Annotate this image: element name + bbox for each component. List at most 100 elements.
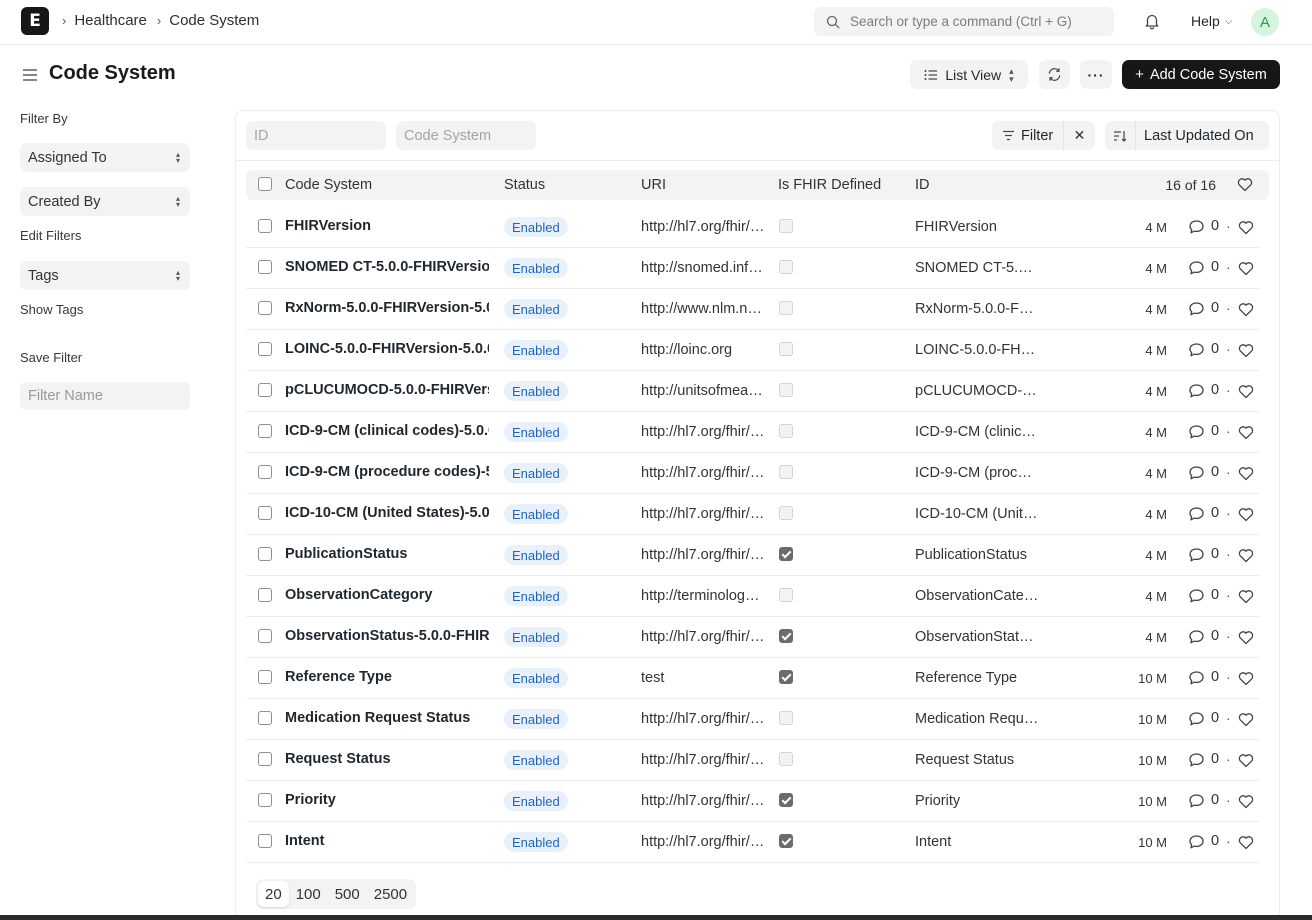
code-system-filter-input[interactable]: Code System: [396, 121, 536, 150]
comment-icon[interactable]: [1188, 465, 1205, 481]
table-row[interactable]: FHIRVersion Enabled http://hl7.org/fhir/FH…: [246, 207, 1259, 248]
comment-icon[interactable]: [1188, 383, 1205, 399]
heart-icon[interactable]: [1238, 712, 1254, 727]
code-system-name[interactable]: pCLUCUMOCD-5.0.0-FHIRVersion-5.0.0: [285, 382, 489, 398]
breadcrumb-code-system[interactable]: Code System: [169, 12, 259, 29]
code-system-name[interactable]: Intent: [285, 833, 489, 849]
row-checkbox[interactable]: [258, 260, 272, 274]
row-checkbox[interactable]: [258, 506, 272, 520]
row-checkbox[interactable]: [258, 383, 272, 397]
comment-icon[interactable]: [1188, 260, 1205, 276]
code-system-name[interactable]: ICD-9-CM (procedure codes)-5.0.0: [285, 464, 489, 480]
table-row[interactable]: SNOMED CT-5.0.0-FHIRVersion Enabled http:/…: [246, 248, 1259, 289]
table-row[interactable]: ICD-10-CM (United States)-5.0.0 Enabled ht…: [246, 494, 1259, 535]
id-filter-input[interactable]: ID: [246, 121, 386, 150]
column-header-status[interactable]: Status: [504, 177, 545, 193]
comment-icon[interactable]: [1188, 547, 1205, 563]
row-checkbox[interactable]: [258, 711, 272, 725]
table-row[interactable]: LOINC-5.0.0-FHIRVersion-5.0.0 Enabled http…: [246, 330, 1259, 371]
sort-field-button[interactable]: Last Updated On: [1136, 128, 1254, 144]
select-all-checkbox[interactable]: [258, 177, 272, 191]
row-checkbox[interactable]: [258, 342, 272, 356]
comment-icon[interactable]: [1188, 834, 1205, 850]
heart-icon[interactable]: [1238, 507, 1254, 522]
code-system-name[interactable]: Request Status: [285, 751, 489, 767]
comment-icon[interactable]: [1188, 342, 1205, 358]
heart-icon[interactable]: [1238, 466, 1254, 481]
heart-icon[interactable]: [1238, 343, 1254, 358]
row-checkbox[interactable]: [258, 834, 272, 848]
heart-icon[interactable]: [1238, 753, 1254, 768]
comment-icon[interactable]: [1188, 301, 1205, 317]
page-length-500[interactable]: 500: [328, 881, 367, 907]
table-row[interactable]: RxNorm-5.0.0-FHIRVersion-5.0.0 Enabled htt…: [246, 289, 1259, 330]
code-system-name[interactable]: LOINC-5.0.0-FHIRVersion-5.0.0: [285, 341, 489, 357]
table-row[interactable]: ICD-9-CM (clinical codes)-5.0.0 Enabled ht…: [246, 412, 1259, 453]
list-view-button[interactable]: List View ▴ ▾: [910, 60, 1028, 89]
code-system-name[interactable]: ICD-10-CM (United States)-5.0.0: [285, 505, 489, 521]
code-system-name[interactable]: Medication Request Status: [285, 710, 489, 726]
code-system-name[interactable]: RxNorm-5.0.0-FHIRVersion-5.0.0: [285, 300, 489, 316]
heart-icon[interactable]: [1238, 794, 1254, 809]
refresh-button[interactable]: [1039, 60, 1070, 89]
table-row[interactable]: PublicationStatus Enabled http://hl7.org/f…: [246, 535, 1259, 576]
table-row[interactable]: Intent Enabled http://hl7.org/fhir/request…: [246, 822, 1259, 863]
column-header-id[interactable]: ID: [915, 177, 930, 193]
table-row[interactable]: ICD-9-CM (procedure codes)-5.0.0 Enabled h…: [246, 453, 1259, 494]
comment-icon[interactable]: [1188, 588, 1205, 604]
heart-icon[interactable]: [1238, 302, 1254, 317]
heart-icon[interactable]: [1238, 384, 1254, 399]
filter-button[interactable]: Filter: [992, 121, 1064, 150]
page-length-20[interactable]: 20: [258, 881, 289, 907]
heart-icon[interactable]: [1238, 425, 1254, 440]
created-by-select[interactable]: Created By ▴ ▾: [20, 187, 190, 216]
table-row[interactable]: Reference Type Enabled test Reference Type 1…: [246, 658, 1259, 699]
row-checkbox[interactable]: [258, 465, 272, 479]
comment-icon[interactable]: [1188, 506, 1205, 522]
comment-icon[interactable]: [1188, 752, 1205, 768]
heart-icon[interactable]: [1238, 835, 1254, 850]
more-options-button[interactable]: ···: [1080, 60, 1112, 89]
table-row[interactable]: Medication Request Status Enabled http://h…: [246, 699, 1259, 740]
bell-icon[interactable]: [1143, 12, 1161, 30]
table-row[interactable]: pCLUCUMOCD-5.0.0-FHIRVersion-5.0.0 Enable…: [246, 371, 1259, 412]
comment-icon[interactable]: [1188, 424, 1205, 440]
avatar[interactable]: A: [1251, 8, 1279, 36]
row-checkbox[interactable]: [258, 588, 272, 602]
add-code-system-button[interactable]: + Add Code System: [1122, 60, 1280, 89]
code-system-name[interactable]: ICD-9-CM (clinical codes)-5.0.0: [285, 423, 489, 439]
table-row[interactable]: Priority Enabled http://hl7.org/fhir/reque…: [246, 781, 1259, 822]
heart-icon[interactable]: [1238, 589, 1254, 604]
table-row[interactable]: ObservationCategory Enabled http://termino…: [246, 576, 1259, 617]
show-tags-link[interactable]: Show Tags: [20, 302, 83, 317]
column-header-uri[interactable]: URI: [641, 177, 666, 193]
code-system-name[interactable]: PublicationStatus: [285, 546, 489, 562]
comment-icon[interactable]: [1188, 629, 1205, 645]
code-system-name[interactable]: Reference Type: [285, 669, 489, 685]
heart-icon[interactable]: [1237, 177, 1253, 192]
sort-direction-button[interactable]: [1105, 121, 1136, 150]
row-checkbox[interactable]: [258, 752, 272, 766]
code-system-name[interactable]: SNOMED CT-5.0.0-FHIRVersion: [285, 259, 489, 275]
page-length-100[interactable]: 100: [289, 881, 328, 907]
code-system-name[interactable]: FHIRVersion: [285, 218, 489, 234]
table-row[interactable]: ObservationStatus-5.0.0-FHIRVersion Enabl…: [246, 617, 1259, 658]
filter-name-input[interactable]: Filter Name: [20, 382, 190, 410]
row-checkbox[interactable]: [258, 629, 272, 643]
comment-icon[interactable]: [1188, 219, 1205, 235]
table-row[interactable]: Request Status Enabled http://hl7.org/fhir…: [246, 740, 1259, 781]
comment-icon[interactable]: [1188, 670, 1205, 686]
row-checkbox[interactable]: [258, 670, 272, 684]
assigned-to-select[interactable]: Assigned To ▴ ▾: [20, 143, 190, 172]
heart-icon[interactable]: [1238, 220, 1254, 235]
heart-icon[interactable]: [1238, 630, 1254, 645]
code-system-name[interactable]: Priority: [285, 792, 489, 808]
comment-icon[interactable]: [1188, 711, 1205, 727]
row-checkbox[interactable]: [258, 219, 272, 233]
search-input[interactable]: Search or type a command (Ctrl + G): [814, 7, 1114, 36]
heart-icon[interactable]: [1238, 671, 1254, 686]
heart-icon[interactable]: [1238, 548, 1254, 563]
code-system-name[interactable]: ObservationCategory: [285, 587, 489, 603]
clear-filter-button[interactable]: ✕: [1064, 127, 1095, 144]
column-header-code-system[interactable]: Code System: [285, 177, 372, 193]
